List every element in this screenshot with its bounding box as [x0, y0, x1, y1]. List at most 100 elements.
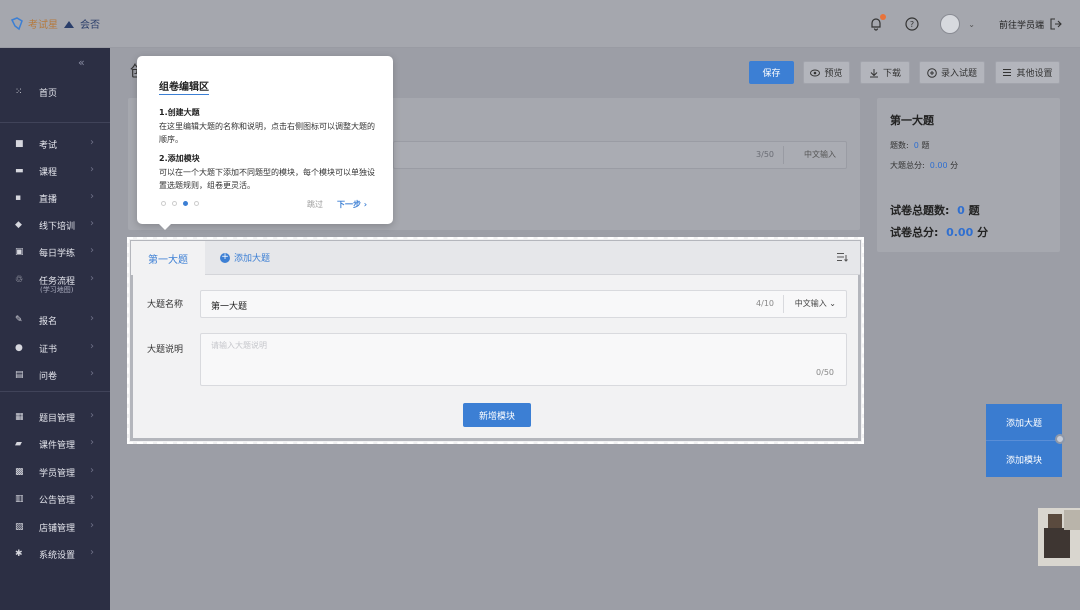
chevron-right-icon: ›: [90, 164, 94, 175]
import-questions-button[interactable]: 录入试题: [919, 61, 985, 84]
sidebar-item[interactable]: ▩ 学员管理 ›: [0, 461, 110, 485]
chevron-right-icon: ›: [90, 245, 94, 256]
training-icon: ◆: [15, 220, 22, 230]
paper-editor-area: 第一大题 + 添加大题 大题名称 第一大题 4/10 中文输入 ⌄ 大题说明 请…: [127, 237, 864, 444]
logo-text: 考试星: [28, 20, 58, 31]
sidebar-item-label: 线下培训: [39, 222, 76, 232]
tooltip-step2-text: 可以在一个大题下添加不同题型的模块，每个模块可以单独设置选题规则，组卷更灵活。: [159, 168, 375, 190]
sidebar-item[interactable]: ⁙ 首页: [0, 81, 110, 105]
sidebar-item-sublabel: (学习地图): [40, 286, 74, 294]
tooltip-step1-text: 在这里编辑大题的名称和说明，点击右侧图标可以调整大题的顺序。: [159, 122, 375, 144]
ime-selector[interactable]: 中文输入: [804, 149, 836, 160]
goto-student-link[interactable]: 前往学员端: [999, 18, 1062, 31]
sidebar-item[interactable]: ♲ 任务流程 (学习地图) ›: [0, 269, 110, 294]
sidebar-item[interactable]: ▥ 公告管理 ›: [0, 488, 110, 512]
sidebar-item[interactable]: ● 证书 ›: [0, 337, 110, 361]
chevron-right-icon: ›: [90, 520, 94, 531]
sub-brand: 会否: [80, 20, 100, 31]
sidebar-item[interactable]: ▦ 题目管理 ›: [0, 406, 110, 430]
sidebar: « ⁙ 首页 ■ 考试 › ▬ 课程 › ▪ 直播 › ◆ 线下培训 › ▣ 每日学练 › ♲ 任务流程 (学习地图)…: [0, 48, 110, 610]
sidebar-item-label: 学员管理: [39, 469, 76, 479]
sidebar-item[interactable]: ▬ 课程 ›: [0, 160, 110, 184]
char-count: 3/50: [756, 150, 774, 159]
bell-icon[interactable]: [868, 14, 887, 32]
sidebar-item[interactable]: ■ 考试 ›: [0, 133, 110, 157]
sidebar-item-label: 考试: [39, 141, 58, 151]
sidebar-item[interactable]: ▤ 问卷 ›: [0, 364, 110, 388]
sidebar-item[interactable]: ▰ 课件管理 ›: [0, 433, 110, 457]
step-dot-active: [183, 201, 188, 206]
svg-text:?: ?: [910, 20, 914, 29]
eye-icon: [810, 69, 821, 76]
save-button[interactable]: 保存: [749, 61, 794, 84]
chevron-right-icon: ›: [90, 465, 94, 476]
char-count: 4/10: [756, 299, 774, 308]
help-icon[interactable]: ?: [904, 16, 920, 32]
sidebar-divider: [0, 391, 110, 392]
exam-icon: ■: [15, 139, 24, 149]
signup-icon: ✎: [15, 315, 23, 325]
sidebar-item-label: 每日学练: [39, 249, 76, 259]
tooltip-step2-title: 2.添加模块: [159, 154, 200, 163]
total-count-value: 0: [957, 204, 965, 217]
section-name-input[interactable]: 第一大题 4/10 中文输入 ⌄: [200, 290, 847, 318]
guide-tooltip: 组卷编辑区 1.创建大题 在这里编辑大题的名称和说明，点击右侧图标可以调整大题的…: [137, 56, 393, 230]
sort-icon[interactable]: [836, 252, 848, 265]
import-label: 录入试题: [940, 69, 977, 79]
total-score-value: 0.00: [946, 226, 974, 239]
flow-icon: ♲: [15, 275, 24, 285]
exam-name-input[interactable]: 3/50 中文输入: [393, 141, 847, 169]
ime-selector[interactable]: 中文输入 ⌄: [795, 298, 836, 309]
next-button[interactable]: 下一步 ›: [337, 199, 367, 210]
add-module-button[interactable]: 新增模块: [463, 403, 531, 427]
sidebar-item-label: 报名: [39, 317, 58, 327]
chevron-right-icon: ›: [90, 492, 94, 503]
section-desc-textarea[interactable]: 请输入大题说明 0/50: [200, 333, 847, 386]
plus-icon: +: [220, 252, 230, 263]
download-icon: [869, 68, 878, 77]
float-add-module-button[interactable]: 添加模块: [986, 441, 1062, 477]
section-name-label: 大题名称: [147, 300, 184, 310]
sidebar-item-label: 首页: [39, 89, 58, 99]
skip-button[interactable]: 跳过: [307, 199, 323, 210]
other-settings-button[interactable]: 其他设置: [995, 61, 1060, 84]
sidebar-item[interactable]: ▪ 直播 ›: [0, 187, 110, 211]
cloud-icon: [64, 20, 74, 28]
summary-title: 第一大题: [890, 114, 934, 127]
logo[interactable]: 考试星 会否: [10, 16, 100, 31]
drag-handle[interactable]: [1055, 434, 1065, 444]
top-bar: 考试星 会否 ? ⌄ 前往学员端: [0, 0, 1080, 48]
step-indicator: [161, 201, 199, 206]
summary-panel: 第一大题 题数: 0 题 大题总分: 0.00 分 试卷总题数: 0 题 试卷总…: [877, 98, 1060, 252]
sidebar-item[interactable]: ✎ 报名 ›: [0, 309, 110, 333]
sidebar-item-label: 课程: [39, 168, 58, 178]
tab-first-section[interactable]: 第一大题: [131, 241, 205, 275]
download-button[interactable]: 下载: [860, 61, 910, 84]
float-add-section-button[interactable]: 添加大题: [986, 404, 1062, 440]
section-score: 大题总分: 0.00 分: [890, 161, 959, 170]
preview-button[interactable]: 预览: [803, 61, 850, 84]
chevron-down-icon[interactable]: ⌄: [968, 20, 975, 29]
other-settings-label: 其他设置: [1016, 69, 1053, 79]
webcam-overlay: [1030, 500, 1080, 580]
sidebar-item[interactable]: ▣ 每日学练 ›: [0, 241, 110, 265]
add-section-tab[interactable]: + 添加大题: [220, 251, 270, 264]
book-icon: ▬: [15, 166, 24, 176]
chevron-right-icon: ›: [90, 410, 94, 421]
shop-icon: ▧: [15, 522, 24, 532]
avatar[interactable]: [940, 14, 961, 34]
sidebar-item[interactable]: ✱ 系统设置 ›: [0, 543, 110, 567]
section-tabs: 第一大题 + 添加大题: [131, 241, 860, 275]
collapse-icon[interactable]: «: [78, 56, 85, 69]
section-name-value: 第一大题: [211, 302, 248, 312]
user-icon: ▩: [15, 467, 24, 477]
gear-icon: ✱: [15, 549, 23, 559]
chevron-right-icon: ›: [90, 341, 94, 352]
sidebar-item-label: 问卷: [39, 372, 58, 382]
sidebar-item[interactable]: ▧ 店铺管理 ›: [0, 516, 110, 540]
step-dot: [161, 201, 166, 206]
desc-placeholder: 请输入大题说明: [211, 341, 267, 350]
sidebar-item-label: 课件管理: [39, 441, 76, 451]
sidebar-item[interactable]: ◆ 线下培训 ›: [0, 214, 110, 238]
chevron-right-icon: ›: [90, 547, 94, 558]
